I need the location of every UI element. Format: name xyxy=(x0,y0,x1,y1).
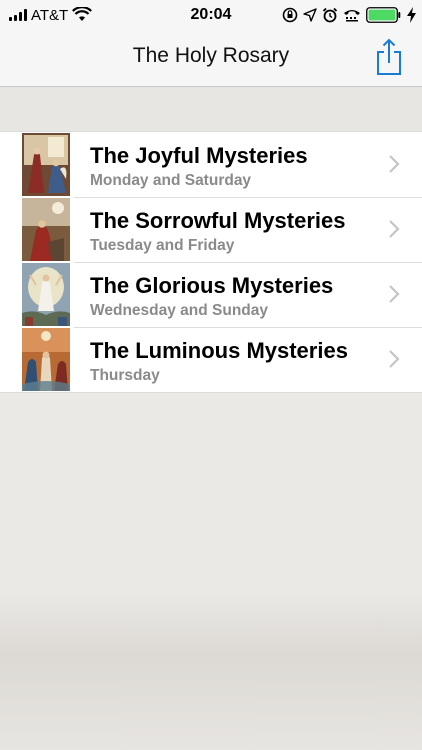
mystery-title: The Sorrowful Mysteries xyxy=(90,208,346,233)
mystery-row-glorious[interactable]: The Glorious Mysteries Wednesday and Sun… xyxy=(0,262,422,327)
share-icon xyxy=(377,38,401,75)
orientation-lock-icon xyxy=(282,7,298,23)
mystery-title: The Glorious Mysteries xyxy=(90,273,334,298)
mystery-days: Monday and Saturday xyxy=(90,172,252,189)
chevron-right-icon xyxy=(389,155,400,173)
navigation-bar: The Holy Rosary xyxy=(0,30,422,87)
mysteries-list: The Joyful Mysteries Monday and Saturday… xyxy=(0,131,422,393)
chevron-right-icon xyxy=(389,285,400,303)
share-button[interactable] xyxy=(374,36,404,76)
alarm-clock-icon xyxy=(322,7,338,23)
status-right xyxy=(282,6,416,24)
chevron-right-icon xyxy=(389,220,400,238)
charging-bolt-icon xyxy=(407,7,416,23)
mystery-row-luminous[interactable]: The Luminous Mysteries Thursday xyxy=(0,327,422,392)
painting-baptism-icon xyxy=(22,328,70,391)
row-divider xyxy=(74,262,422,263)
row-divider xyxy=(74,197,422,198)
background-shading xyxy=(0,590,422,750)
mystery-days: Tuesday and Friday xyxy=(90,237,235,254)
painting-agony-garden-icon xyxy=(22,198,70,261)
location-arrow-icon xyxy=(303,8,317,22)
painting-annunciation-icon xyxy=(22,133,70,196)
battery-icon xyxy=(366,7,401,23)
mystery-title: The Joyful Mysteries xyxy=(90,143,308,168)
chevron-right-icon xyxy=(389,350,400,368)
battery-fill xyxy=(368,9,396,21)
mystery-days: Thursday xyxy=(90,367,160,384)
page-title: The Holy Rosary xyxy=(132,44,290,67)
mystery-title: The Luminous Mysteries xyxy=(90,338,348,363)
tty-icon xyxy=(344,10,360,22)
status-bar: AT&T 20:04 xyxy=(0,0,422,30)
mystery-row-sorrowful[interactable]: The Sorrowful Mysteries Tuesday and Frid… xyxy=(0,197,422,262)
painting-resurrection-icon xyxy=(22,263,70,326)
mystery-days: Wednesday and Sunday xyxy=(90,302,269,319)
section-header-spacer xyxy=(0,87,422,131)
row-divider xyxy=(74,327,422,328)
mystery-row-joyful[interactable]: The Joyful Mysteries Monday and Saturday xyxy=(0,132,422,197)
